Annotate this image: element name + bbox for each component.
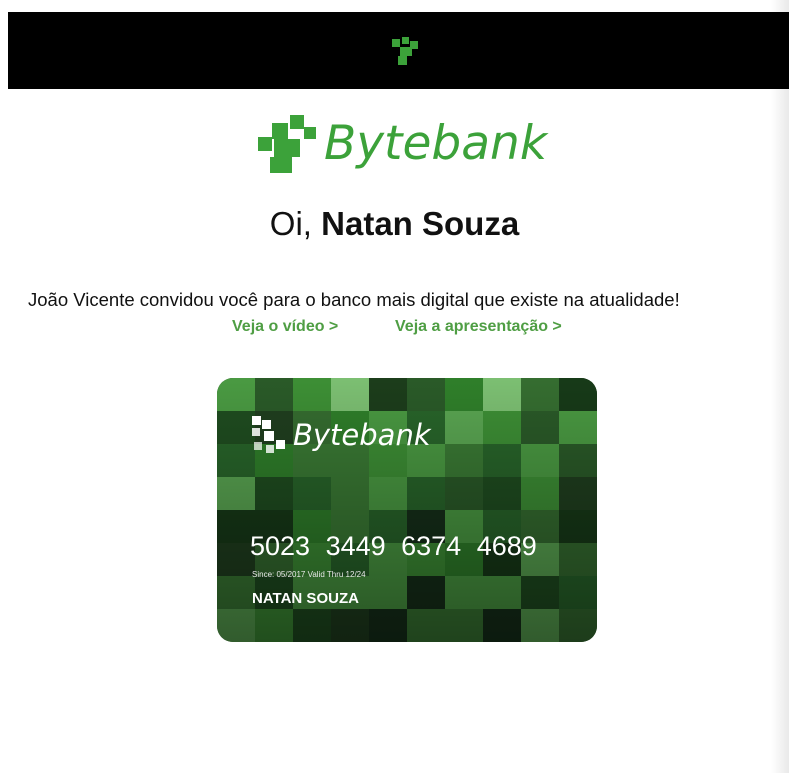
header-bar (8, 12, 789, 89)
bytebank-header-logo-icon (392, 37, 418, 65)
watch-video-link[interactable]: Veja o vídeo > (232, 318, 338, 336)
card-brand-name: Bytebank (293, 418, 431, 452)
email-page: Bytebank Oi, Natan Souza João Vicente co… (0, 0, 789, 773)
brand-name: Bytebank (324, 116, 548, 171)
brand-logo: Bytebank (258, 112, 558, 182)
card-holder-name: NATAN SOUZA (252, 590, 359, 607)
bytebank-mark-icon (258, 115, 316, 173)
greeting-name: Natan Souza (321, 205, 520, 242)
card-number: 5023 3449 6374 4689 (250, 531, 537, 561)
invite-message: João Vicente convidou você para o banco … (28, 289, 680, 310)
card-bytebank-mark-icon (252, 416, 285, 453)
greeting-heading: Oi, Natan Souza (0, 205, 789, 243)
greeting-prefix: Oi, (269, 205, 312, 242)
card-validity: Since: 05/2017 Valid Thru 12/24 (252, 570, 366, 579)
credit-card: Bytebank 5023 3449 6374 4689 Since: 05/2… (217, 378, 597, 642)
right-edge-shadow (771, 0, 789, 773)
view-presentation-link[interactable]: Veja a apresentação > (395, 318, 562, 336)
